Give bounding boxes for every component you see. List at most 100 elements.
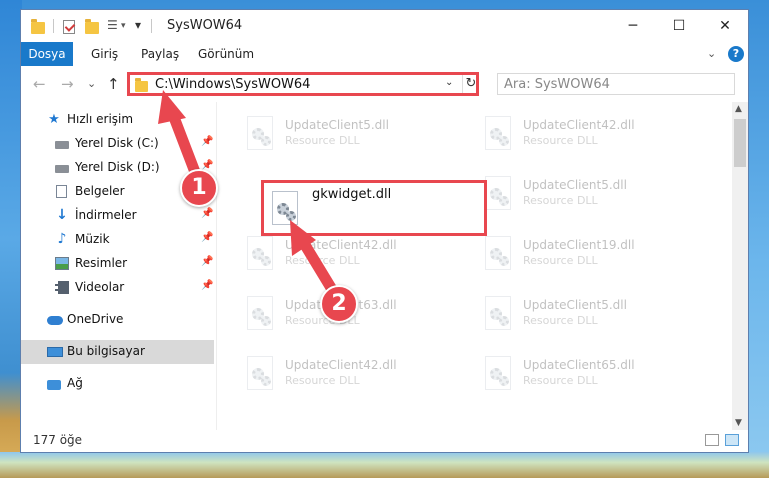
file-name: UpdateClient42.dll [523, 118, 635, 132]
sidebar-item-downloads[interactable]: ↓ İndirmeler 📌 [21, 204, 214, 228]
list-item[interactable]: UpdateClient5.dll Resource DLL [237, 102, 473, 154]
file-type: Resource DLL [523, 194, 598, 207]
search-input[interactable]: Ara: SysWOW64 [497, 73, 735, 95]
close-button[interactable]: ✕ [702, 10, 748, 42]
dll-file-icon [247, 296, 277, 332]
pin-icon[interactable]: 📌 [201, 208, 213, 219]
pin-icon[interactable]: 📌 [201, 256, 213, 267]
list-item[interactable]: UpdateClient65.dll Resource DLL [475, 342, 711, 394]
large-icons-view-icon[interactable] [725, 434, 739, 446]
file-name: UpdateClient5.dll [523, 298, 627, 312]
toolbar-dropdown-icon[interactable]: ▾ [135, 18, 141, 32]
dll-file-icon [485, 296, 515, 332]
computer-icon [47, 347, 63, 357]
minimize-button[interactable]: ─ [610, 10, 656, 42]
file-list: UpdateClient5.dll Resource DLL UpdateCli… [217, 102, 732, 432]
new-folder-icon[interactable] [85, 19, 99, 34]
customize-toolbar-icon[interactable]: ▾ [121, 21, 126, 31]
sidebar-item-this-pc[interactable]: Bu bilgisayar [21, 340, 214, 364]
sidebar-item-label: Videolar [75, 280, 125, 294]
file-type: Resource DLL [523, 314, 598, 327]
maximize-button[interactable]: ☐ [656, 10, 702, 42]
list-item[interactable]: UpdateClient5.dll Resource DLL [475, 162, 711, 214]
sidebar-item-label: Bu bilgisayar [67, 344, 145, 358]
dll-file-icon [247, 356, 277, 392]
file-name: UpdateClient19.dll [523, 238, 635, 252]
scrollbar-thumb[interactable] [734, 119, 746, 167]
sidebar-item-label: Yerel Disk (D:) [75, 160, 160, 174]
file-explorer-window: ☰ ▾ ▾ SysWOW64 ─ ☐ ✕ Dosya Giriş Paylaş … [20, 9, 749, 453]
window-title: SysWOW64 [167, 18, 243, 33]
recent-locations-icon[interactable]: ⌄ [87, 77, 96, 90]
ribbon-tabs: Dosya Giriş Paylaş Görünüm ⌄ ? [21, 42, 748, 66]
list-item[interactable]: UpdateClient42.dll Resource DLL [237, 342, 473, 394]
dll-file-icon [485, 356, 515, 392]
dll-file-icon [272, 191, 302, 227]
pin-icon[interactable]: 📌 [201, 280, 213, 291]
back-button[interactable]: ← [33, 75, 46, 93]
cloud-icon [47, 316, 63, 325]
sidebar-item-videos[interactable]: Videolar 📌 [21, 276, 214, 300]
pin-icon[interactable]: 📌 [201, 232, 213, 243]
help-icon[interactable]: ? [728, 46, 744, 62]
sidebar-item-label: Yerel Disk (C:) [75, 136, 159, 150]
sidebar-item-pictures[interactable]: Resimler 📌 [21, 252, 214, 276]
dll-file-icon [485, 236, 515, 272]
sidebar-item-label: Hızlı erişim [67, 112, 134, 126]
list-item[interactable]: UpdateClient5.dll Resource DLL [475, 282, 711, 334]
address-bar[interactable]: C:\Windows\SysWOW64 ⌄ ↻ [127, 72, 479, 96]
document-icon [56, 185, 67, 198]
vertical-scrollbar[interactable]: ▲ ▼ [732, 102, 748, 432]
file-type: Resource DLL [523, 374, 598, 387]
list-item[interactable]: UpdateClient42.dll Resource DLL [475, 102, 711, 154]
sidebar-item-onedrive[interactable]: OneDrive [21, 308, 214, 332]
file-type: Resource DLL [285, 254, 360, 267]
sidebar-item-music[interactable]: ♪ Müzik 📌 [21, 228, 214, 252]
tab-file[interactable]: Dosya [21, 42, 73, 66]
file-name: gkwidget.dll [312, 187, 392, 202]
refresh-icon[interactable]: ↻ [462, 75, 479, 93]
tab-home[interactable]: Giriş [91, 42, 118, 66]
forward-button[interactable]: → [61, 75, 74, 93]
sidebar-item-label: Ağ [67, 376, 83, 390]
tab-view[interactable]: Görünüm [198, 42, 254, 66]
step-1-badge: 1 [180, 169, 218, 207]
tab-share[interactable]: Paylaş [141, 42, 179, 66]
step-2-badge: 2 [320, 285, 358, 323]
navigation-pane: ★ Hızlı erişim Yerel Disk (C:) 📌 Yerel D… [21, 106, 217, 432]
item-count: 177 öğe [33, 433, 83, 447]
pictures-icon [55, 257, 69, 270]
file-type: Resource DLL [285, 374, 360, 387]
pin-icon[interactable]: 📌 [201, 136, 213, 147]
file-type: Resource DLL [523, 134, 598, 147]
dll-file-icon [485, 116, 515, 152]
scroll-up-icon[interactable]: ▲ [735, 104, 742, 114]
details-view-icon[interactable] [705, 434, 719, 446]
folder-icon [135, 78, 148, 92]
file-name: UpdateClient42.dll [285, 238, 397, 252]
highlighted-file-gkwidget[interactable]: gkwidget.dll [261, 180, 487, 236]
list-item[interactable]: UpdateClient19.dll Resource DLL [475, 222, 711, 274]
navigation-bar: ← → ⌄ ↑ C:\Windows\SysWOW64 ⌄ ↻ Ara: Sys… [21, 66, 748, 102]
folder-icon [31, 19, 45, 34]
dll-file-icon [247, 116, 277, 152]
file-type: Resource DLL [285, 134, 360, 147]
sidebar-item-local-disk-c[interactable]: Yerel Disk (C:) 📌 [21, 132, 214, 156]
music-icon: ♪ [57, 231, 67, 247]
desktop-background [0, 0, 22, 478]
expand-ribbon-icon[interactable]: ⌄ [707, 47, 716, 60]
quick-access-toolbar-icon[interactable]: ☰ [107, 18, 118, 32]
scroll-down-icon[interactable]: ▼ [735, 418, 742, 428]
sidebar-item-network[interactable]: Ağ [21, 372, 214, 396]
dll-file-icon [485, 176, 515, 212]
video-icon [55, 281, 69, 294]
sidebar-item-quick-access[interactable]: ★ Hızlı erişim [21, 108, 214, 132]
file-type: Resource DLL [523, 254, 598, 267]
status-bar: 177 öğe [21, 430, 748, 452]
drive-icon [55, 141, 69, 149]
address-dropdown-icon[interactable]: ⌄ [445, 77, 453, 88]
sidebar-item-label: Resimler [75, 256, 128, 270]
address-path[interactable]: C:\Windows\SysWOW64 [155, 77, 310, 92]
up-button[interactable]: ↑ [107, 75, 120, 93]
properties-icon[interactable] [63, 20, 75, 34]
